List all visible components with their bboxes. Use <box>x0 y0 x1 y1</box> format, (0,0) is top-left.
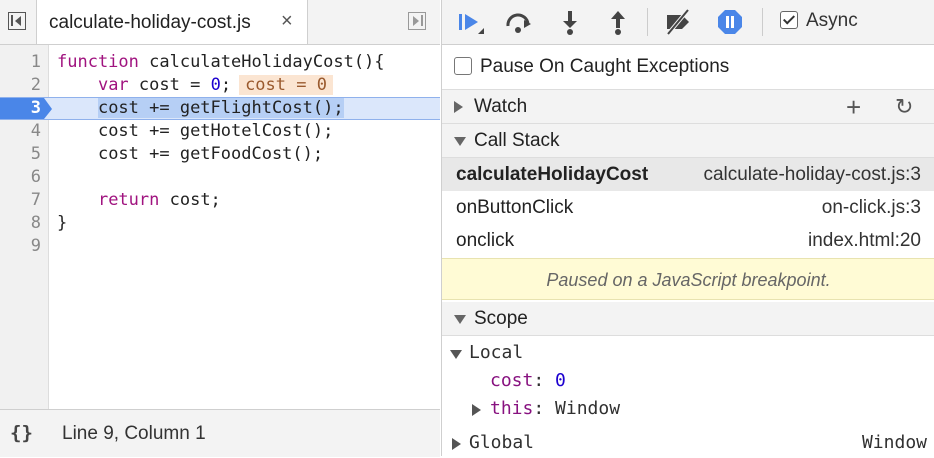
global-label: Global <box>469 432 535 453</box>
sources-panel: calculate-holiday-cost.js × 1 function c… <box>0 0 440 457</box>
line-number[interactable]: 1 <box>0 51 41 74</box>
toggle-debugger-icon[interactable] <box>408 12 426 30</box>
paused-message-banner: Paused on a JavaScript breakpoint. <box>442 258 934 300</box>
line-number[interactable]: 7 <box>0 189 41 212</box>
tab-title: calculate-holiday-cost.js <box>49 12 251 33</box>
expand-right-icon <box>452 438 461 450</box>
expand-down-icon <box>450 350 462 359</box>
async-checkbox[interactable] <box>780 11 798 29</box>
code-editor[interactable]: 1 function calculateHolidayCost(){ 2 var… <box>0 45 440 409</box>
scope-label: Scope <box>474 308 528 329</box>
debugger-toolbar: Async <box>442 0 934 45</box>
property-value: 0 <box>555 370 566 391</box>
resume-icon[interactable] <box>456 8 484 36</box>
line-number[interactable]: 8 <box>0 212 41 235</box>
pause-on-caught-label[interactable]: Pause On Caught Exceptions <box>480 56 729 78</box>
line-number[interactable]: 9 <box>0 235 41 258</box>
frame-function: onclick <box>456 230 515 251</box>
code-text: cost += getHotelCost(); <box>97 121 334 141</box>
code-text: } <box>57 213 68 233</box>
step-over-icon[interactable] <box>504 8 532 36</box>
scope-local[interactable]: Local <box>442 340 934 368</box>
step-into-icon[interactable] <box>556 8 584 36</box>
call-frame[interactable]: onButtonClick on-click.js:3 <box>442 191 934 224</box>
pause-on-caught-row: Pause On Caught Exceptions <box>442 44 934 90</box>
code-text: function calculateHolidayCost(){ <box>57 52 385 72</box>
frame-location[interactable]: on-click.js:3 <box>822 197 921 219</box>
debugger-sidebar: Async Pause On Caught Exceptions Watch +… <box>441 0 934 456</box>
code-line-7: 7 return cost; <box>0 189 440 212</box>
scope-global[interactable]: Global Window <box>442 430 934 458</box>
deactivate-breakpoints-icon[interactable] <box>664 8 692 36</box>
code-text: cost += getFoodCost(); <box>97 144 324 164</box>
editor-statusbar: {} Line 9, Column 1 <box>0 409 440 457</box>
add-watch-icon[interactable]: + <box>846 92 861 123</box>
async-label: Async <box>806 10 858 31</box>
toolbar-separator <box>762 8 763 36</box>
editor-tabbar: calculate-holiday-cost.js × <box>0 0 440 45</box>
pause-on-caught-checkbox[interactable] <box>454 57 472 75</box>
frame-location[interactable]: index.html:20 <box>808 230 921 252</box>
scope-property-this[interactable]: this: Window <box>442 396 934 424</box>
step-out-icon[interactable] <box>604 8 632 36</box>
watch-section-header[interactable]: Watch + ↻ <box>442 90 934 124</box>
line-number[interactable]: 4 <box>0 120 41 143</box>
expand-down-icon <box>454 315 466 324</box>
global-value: Window <box>861 432 927 453</box>
expand-right-icon <box>454 101 463 113</box>
pretty-print-icon[interactable]: {} <box>10 422 33 444</box>
toggle-navigator-icon[interactable] <box>8 12 26 30</box>
line-number[interactable]: 2 <box>0 74 41 97</box>
call-stack-section-header[interactable]: Call Stack <box>442 124 934 158</box>
code-line-6: 6 <box>0 166 440 189</box>
scope-section-header[interactable]: Scope <box>442 302 934 336</box>
call-frame[interactable]: calculateHolidayCost calculate-holiday-c… <box>442 158 934 191</box>
code-text: cost += getFlightCost(); <box>97 98 344 118</box>
line-number[interactable]: 6 <box>0 166 41 189</box>
inline-value: cost = 0 <box>239 75 333 95</box>
frame-location[interactable]: calculate-holiday-cost.js:3 <box>703 164 921 186</box>
code-text: var cost = 0; cost = 0 <box>57 74 333 97</box>
line-number[interactable]: 5 <box>0 143 41 166</box>
code-line-1: 1 function calculateHolidayCost(){ <box>0 51 440 74</box>
pause-on-exceptions-icon[interactable] <box>716 8 744 36</box>
expand-right-icon <box>472 404 481 416</box>
call-stack-label: Call Stack <box>474 130 560 151</box>
code-line-3-paused: 3 cost += getFlightCost(); <box>0 97 440 120</box>
code-line-5: 5 cost += getFoodCost(); <box>0 143 440 166</box>
expand-down-icon <box>454 137 466 146</box>
paused-message: Paused on a JavaScript breakpoint. <box>546 270 831 290</box>
refresh-icon[interactable]: ↻ <box>895 94 913 120</box>
code-text: return cost; <box>97 190 221 210</box>
scope-property-cost: cost: 0 <box>490 370 566 391</box>
watch-label: Watch <box>474 96 528 117</box>
line-number[interactable]: 3 <box>0 97 41 120</box>
close-tab-icon[interactable]: × <box>281 10 293 33</box>
call-frame[interactable]: onclick index.html:20 <box>442 224 934 257</box>
editor-tab[interactable]: calculate-holiday-cost.js × <box>36 0 308 44</box>
code-line-2: 2 var cost = 0; cost = 0 <box>0 74 440 97</box>
code-line-4: 4 cost += getHotelCost(); <box>0 120 440 143</box>
frame-function: onButtonClick <box>456 197 574 218</box>
code-line-9: 9 <box>0 235 440 258</box>
frame-function: calculateHolidayCost <box>456 164 649 185</box>
code-line-8: 8 } <box>0 212 440 235</box>
property-key: cost <box>490 370 534 391</box>
property-key: this <box>490 398 534 419</box>
toolbar-separator <box>647 8 648 36</box>
local-label: Local <box>469 342 524 363</box>
cursor-position: Line 9, Column 1 <box>62 423 206 444</box>
property-value: Window <box>555 398 621 419</box>
